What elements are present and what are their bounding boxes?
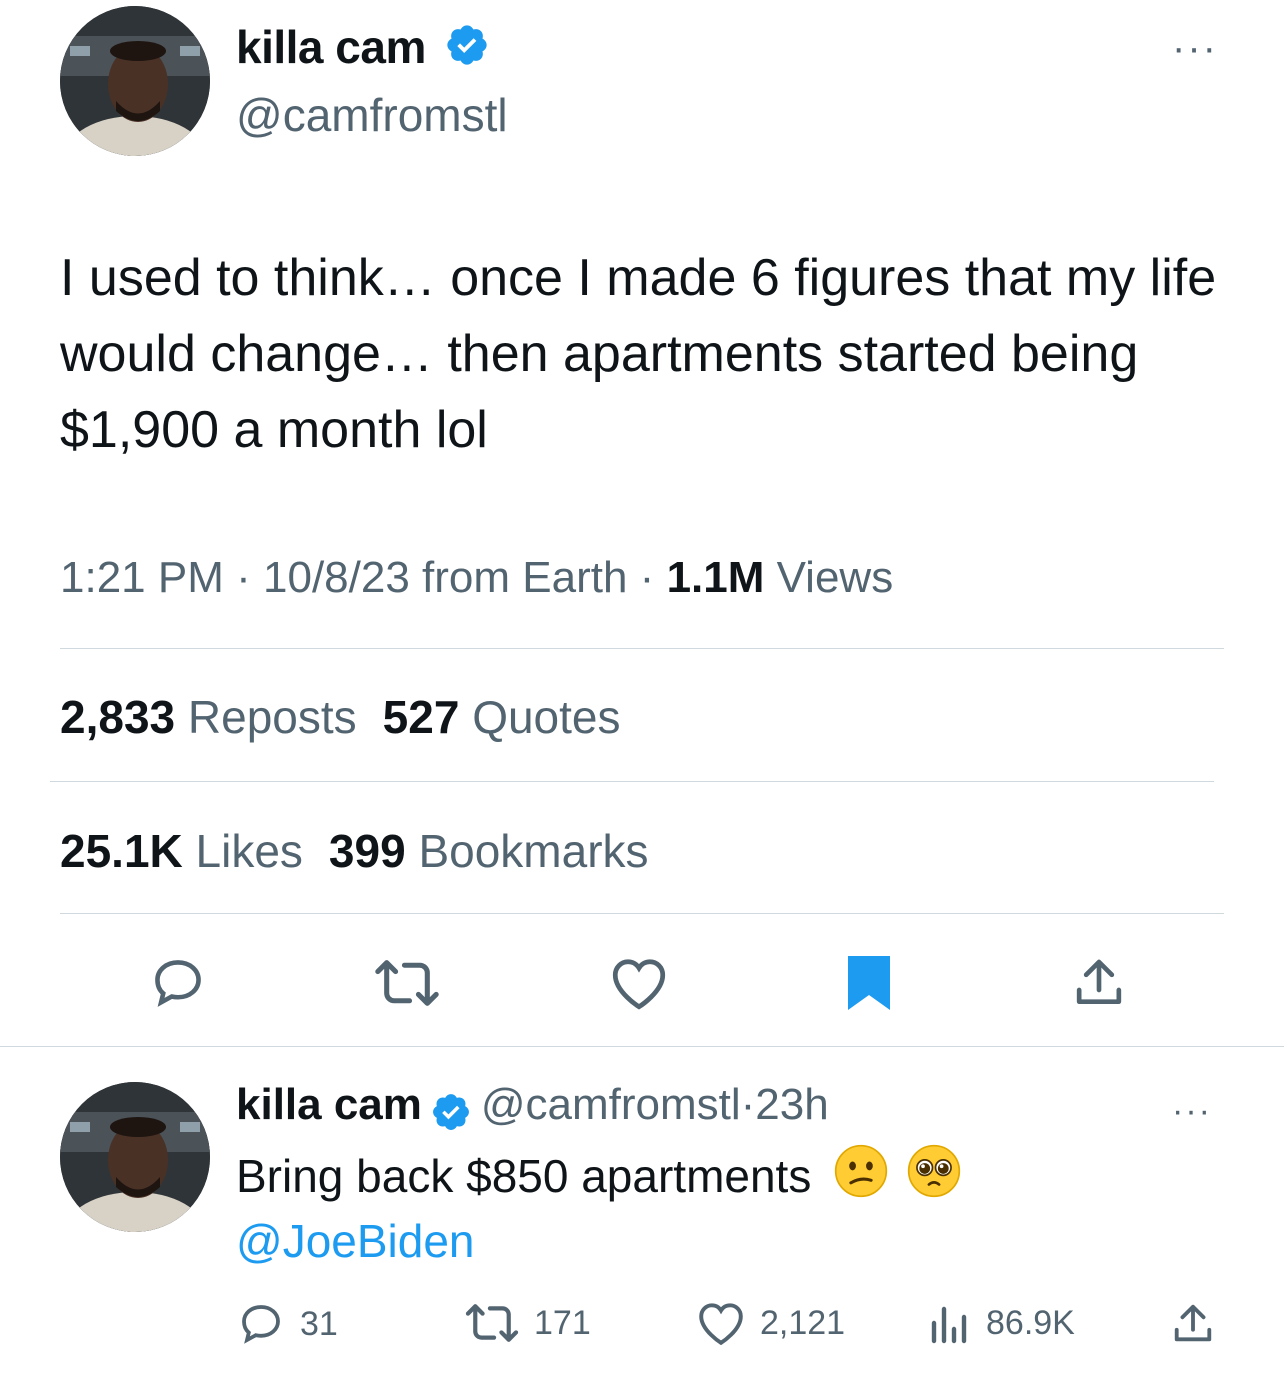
bookmarks-label: Bookmarks	[418, 825, 649, 877]
reply-text-line: Bring back $850 apartments	[236, 1144, 961, 1214]
bookmarks-stat[interactable]: 399 Bookmarks	[329, 825, 649, 877]
tweet-source: from Earth	[422, 553, 628, 602]
likes-count: 25.1K	[60, 825, 183, 877]
stats-row-likes: 25.1K Likes 399 Bookmarks	[60, 824, 649, 878]
reply-views-count: 86.9K	[986, 1303, 1075, 1342]
reply-repost-button[interactable]: 171	[464, 1300, 591, 1346]
reply-header: killa cam @camfromstl·23h	[236, 1080, 829, 1138]
reply-icon[interactable]	[145, 950, 211, 1016]
reply-age[interactable]: 23h	[755, 1080, 828, 1129]
share-icon	[1174, 1304, 1212, 1342]
reply-text: Bring back $850 apartments	[236, 1150, 812, 1202]
like-icon[interactable]	[606, 950, 672, 1016]
share-icon[interactable]	[1066, 950, 1132, 1016]
confused-face-emoji	[834, 1144, 888, 1214]
repost-icon	[465, 1304, 519, 1342]
meta-separator: ·	[236, 553, 251, 602]
reply-more-options-icon[interactable]: ···	[1172, 1094, 1212, 1128]
tweet-date[interactable]: 10/8/23	[263, 553, 410, 602]
tweet-text: I used to think… once I made 6 figures t…	[60, 249, 1217, 459]
reply-replies-count: 31	[300, 1304, 338, 1343]
verified-badge-icon	[430, 1091, 472, 1138]
views-icon	[931, 1306, 967, 1344]
quotes-label: Quotes	[472, 691, 621, 743]
reply-icon	[242, 1305, 280, 1344]
author-avatar[interactable]	[60, 6, 210, 156]
reposts-stat[interactable]: 2,833 Reposts	[60, 691, 357, 743]
pleading-face-emoji	[907, 1144, 961, 1214]
quotes-count: 527	[382, 691, 460, 743]
reposts-count: 2,833	[60, 691, 176, 743]
likes-stat[interactable]: 25.1K Likes	[60, 825, 303, 877]
more-options-icon[interactable]: ···	[1172, 28, 1218, 68]
reply-share-button[interactable]	[1170, 1300, 1230, 1348]
divider	[60, 648, 1224, 649]
reposts-label: Reposts	[187, 691, 357, 743]
divider	[60, 913, 1224, 914]
meta-separator: ·	[639, 553, 655, 602]
author-name-text[interactable]: killa cam	[236, 21, 426, 73]
views-count: 1.1M	[666, 553, 765, 602]
tweet-meta: 1:21 PM · 10/8/23 from Earth · 1.1M View…	[60, 553, 893, 603]
like-icon	[699, 1303, 743, 1346]
reply-author-name[interactable]: killa cam	[236, 1080, 422, 1129]
quotes-stat[interactable]: 527 Quotes	[383, 691, 621, 743]
tweet-time[interactable]: 1:21 PM	[60, 553, 224, 602]
reply-reposts-count: 171	[534, 1303, 591, 1342]
bookmarks-count: 399	[328, 825, 406, 877]
divider	[50, 781, 1214, 782]
reply-author-avatar[interactable]	[60, 1082, 210, 1232]
divider	[0, 1046, 1284, 1047]
verified-badge-icon	[444, 22, 490, 79]
reply-separator: ·	[740, 1080, 756, 1129]
stats-row-reposts: 2,833 Reposts 527 Quotes	[60, 690, 621, 744]
reply-author-handle[interactable]: @camfromstl	[481, 1080, 741, 1129]
reply-like-button[interactable]: 2,121	[696, 1300, 845, 1346]
reply-reply-button[interactable]: 31	[236, 1300, 338, 1348]
repost-icon[interactable]	[372, 950, 442, 1016]
views-label: Views	[776, 553, 894, 602]
author-name[interactable]: killa cam	[236, 20, 490, 79]
reply-views-button[interactable]: 86.9K	[928, 1300, 1075, 1346]
bookmark-filled-icon[interactable]	[836, 950, 902, 1016]
author-handle[interactable]: @camfromstl	[236, 88, 508, 142]
likes-label: Likes	[195, 825, 303, 877]
reply-likes-count: 2,121	[760, 1303, 846, 1342]
mention-link[interactable]: @JoeBiden	[236, 1214, 475, 1268]
